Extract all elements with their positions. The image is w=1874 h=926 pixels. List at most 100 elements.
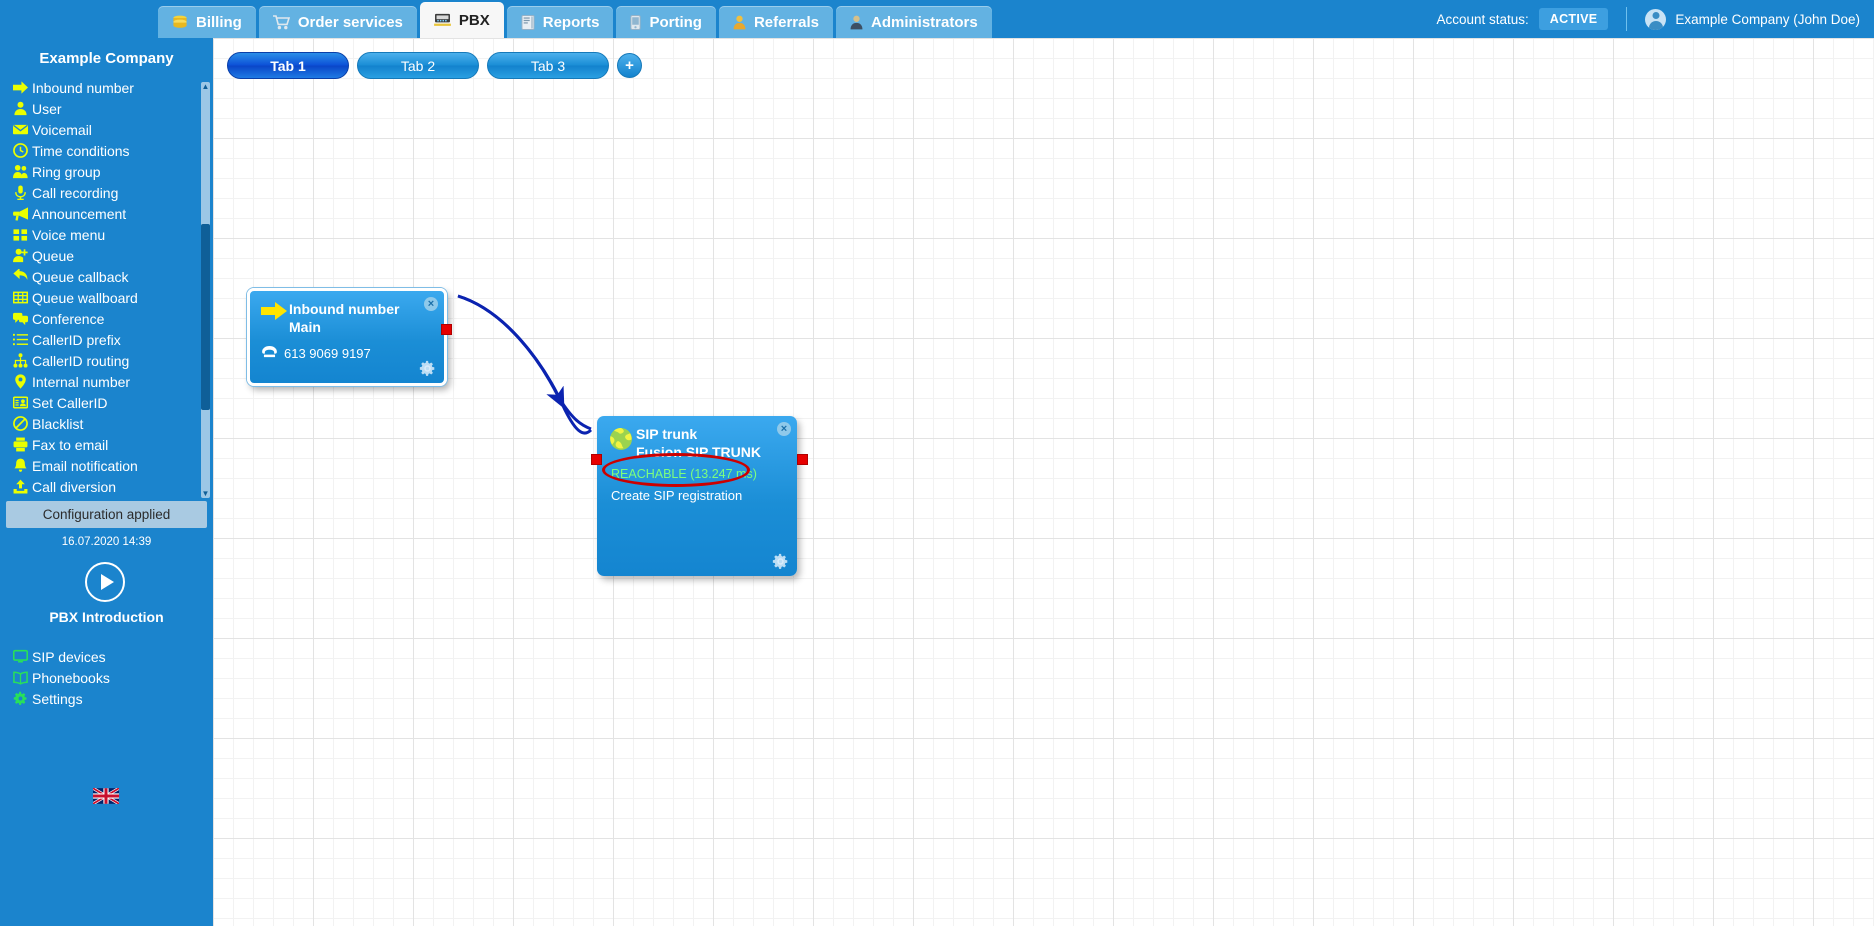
sidebar-item-label: Time conditions <box>32 142 130 159</box>
sidebar-company-title: Example Company <box>39 50 174 67</box>
nav-tab-label: Referrals <box>753 13 819 31</box>
inbound-to-siptrunk-link <box>457 294 593 435</box>
map-pin-icon <box>8 374 32 389</box>
sidebar-item-time-conditions[interactable]: Time conditions <box>8 140 213 161</box>
sidebar-item-label: User <box>32 100 62 117</box>
account-status-badge[interactable]: ACTIVE <box>1538 8 1609 30</box>
top-navigation-bar: Billing Order services PBX Reports Porting Re… <box>0 0 1874 38</box>
sidebar-item-callerid-routing[interactable]: CallerID routing <box>8 350 213 371</box>
person-plus-icon <box>8 248 32 263</box>
sidebar-item-announcement[interactable]: Announcement <box>8 203 213 224</box>
output-port[interactable] <box>797 454 808 465</box>
sip-trunk-status: REACHABLE (13.247 ms) <box>611 467 757 482</box>
sidebar-item-queue-wallboard[interactable]: Queue wallboard <box>8 287 213 308</box>
pbx-switchboard-icon <box>434 13 451 27</box>
node-subtitle: Main <box>289 319 321 336</box>
sidebar-item-label: Internal number <box>32 373 131 390</box>
sidebar-item-queue[interactable]: Queue <box>8 245 213 266</box>
nav-tab-administrators[interactable]: Administrators <box>835 6 992 38</box>
sidebar-item-label: Call diversion <box>32 478 117 495</box>
node-header: Inbound number Main <box>250 291 444 336</box>
canvas-tab-tab-1[interactable]: Tab 1 <box>227 52 349 79</box>
sidebar-item-label: Settings <box>32 690 83 707</box>
sidebar-menu: Inbound number User Voicemail Time conditio… <box>0 77 213 497</box>
create-sip-registration-link[interactable]: Create SIP registration <box>597 481 797 503</box>
close-icon[interactable]: × <box>777 422 791 436</box>
sidebar-item-voice-menu[interactable]: Voice menu <box>8 224 213 245</box>
envelope-icon <box>8 122 32 137</box>
sidebar-item-call-diversion[interactable]: Call diversion <box>8 476 213 497</box>
sidebar-item-label: SIP devices <box>32 648 106 665</box>
person-yellow-icon <box>733 15 746 30</box>
arrow-right-icon <box>259 300 289 320</box>
sidebar-item-blacklist[interactable]: Blacklist <box>8 413 213 434</box>
input-port[interactable] <box>591 454 602 465</box>
user-name-label[interactable]: Example Company (John Doe) <box>1675 12 1860 27</box>
add-tab-button[interactable]: + <box>617 53 642 78</box>
node-title: SIP trunk <box>636 426 698 442</box>
close-icon[interactable]: × <box>424 297 438 311</box>
sidebar-item-label: Voicemail <box>32 121 92 138</box>
sidebar-item-label: Ring group <box>32 163 101 180</box>
nav-tab-pbx[interactable]: PBX <box>419 2 504 38</box>
nav-tab-porting[interactable]: Porting <box>616 6 716 38</box>
uk-flag-icon[interactable] <box>93 788 119 804</box>
nav-tab-reports[interactable]: Reports <box>506 6 614 38</box>
megaphone-icon <box>8 206 32 221</box>
person-dark-icon <box>850 15 863 30</box>
no-entry-icon <box>8 416 32 431</box>
play-circle-icon[interactable] <box>85 562 125 602</box>
sidebar-item-sip-devices[interactable]: SIP devices <box>8 646 110 667</box>
scrollbar-thumb[interactable] <box>201 224 210 410</box>
sidebar-item-inbound-number[interactable]: Inbound number <box>8 77 213 98</box>
chat-bubbles-icon <box>8 311 32 326</box>
gear-icon[interactable] <box>772 553 789 570</box>
sidebar-item-set-callerid[interactable]: Set CallerID <box>8 392 213 413</box>
sidebar-item-fax-to-email[interactable]: Fax to email <box>8 434 213 455</box>
nav-tab-referrals[interactable]: Referrals <box>718 6 833 38</box>
report-book-icon <box>521 14 535 30</box>
bell-icon <box>8 458 32 473</box>
sidebar-scrollbar[interactable]: ▲ ▼ <box>201 82 210 498</box>
configuration-timestamp: 16.07.2020 14:39 <box>61 536 152 548</box>
sidebar-item-ring-group[interactable]: Ring group <box>8 161 213 182</box>
account-status-label: Account status: <box>1436 11 1529 27</box>
nav-tab-billing[interactable]: Billing <box>158 6 256 38</box>
pbx-flow-canvas[interactable]: Tab 1 Tab 2 Tab 3 + × Inbound number Main <box>213 38 1874 926</box>
grid-squares-icon <box>8 227 32 242</box>
sidebar-item-email-notification[interactable]: Email notification <box>8 455 213 476</box>
caret-up-icon[interactable]: ▲ <box>201 82 210 91</box>
nav-tab-label: Porting <box>649 13 702 31</box>
gear-icon[interactable] <box>419 360 436 377</box>
microphone-icon <box>8 185 32 200</box>
sidebar-item-voicemail[interactable]: Voicemail <box>8 119 213 140</box>
play-triangle-icon <box>100 574 114 590</box>
nav-tab-label: Billing <box>196 13 242 31</box>
sidebar-item-label: CallerID routing <box>32 352 130 369</box>
account-area: Account status: ACTIVE Example Company (… <box>1436 0 1874 38</box>
sidebar-item-queue-callback[interactable]: Queue callback <box>8 266 213 287</box>
sidebar-item-user[interactable]: User <box>8 98 213 119</box>
sidebar-item-phonebooks[interactable]: Phonebooks <box>8 667 110 688</box>
output-port[interactable] <box>441 324 452 335</box>
person-icon <box>8 101 32 116</box>
list-icon <box>8 332 32 347</box>
sidebar-item-callerid-prefix[interactable]: CallerID prefix <box>8 329 213 350</box>
user-avatar-icon <box>1645 8 1667 30</box>
node-phone-number: 613 9069 9197 <box>284 346 371 362</box>
sidebar-item-conference[interactable]: Conference <box>8 308 213 329</box>
node-sip-trunk[interactable]: × SIP trunk Fusion SIP TRUNK REACHABLE (… <box>591 416 808 576</box>
node-inbound-number[interactable]: × Inbound number Main 613 9069 9197 <box>247 288 452 386</box>
canvas-tab-tab-3[interactable]: Tab 3 <box>487 52 609 79</box>
sidebar-item-label: Announcement <box>32 205 127 222</box>
mobile-phone-icon <box>630 14 642 30</box>
nav-tab-order-services[interactable]: Order services <box>258 6 417 38</box>
pbx-introduction-label[interactable]: PBX Introduction <box>0 609 213 625</box>
sidebar-item-call-recording[interactable]: Call recording <box>8 182 213 203</box>
caret-down-icon[interactable]: ▼ <box>201 489 210 498</box>
globe-network-icon <box>606 425 636 451</box>
sidebar-item-internal-number[interactable]: Internal number <box>8 371 213 392</box>
canvas-tab-tab-2[interactable]: Tab 2 <box>357 52 479 79</box>
canvas-tab-strip: Tab 1 Tab 2 Tab 3 + <box>227 52 642 79</box>
sidebar-item-settings[interactable]: Settings <box>8 688 110 709</box>
